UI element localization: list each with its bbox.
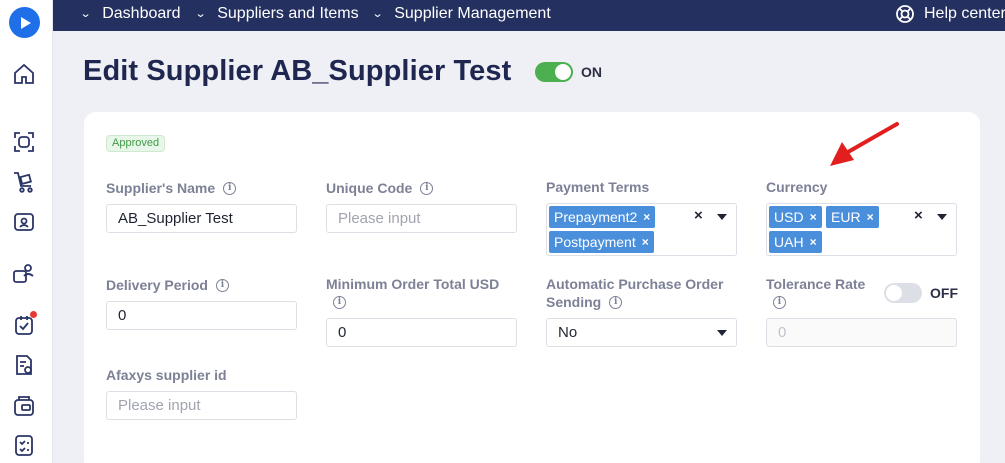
auto-po-sending-label: Automatic Purchase Order Sending i (546, 276, 724, 310)
dropdown-caret-icon[interactable] (937, 214, 947, 220)
delivery-period-field[interactable]: 0 (106, 301, 297, 330)
clear-icon[interactable]: × (694, 207, 703, 224)
checklist-icon[interactable] (12, 433, 36, 457)
breadcrumb-supplier-management[interactable]: ⌄ Supplier Management (371, 0, 551, 27)
top-navigation-bar: ⌄ Dashboard ⌄ Suppliers and Items ⌄ Supp… (53, 0, 1005, 31)
tolerance-rate-label: Tolerance Rate i (766, 276, 866, 309)
dropdown-caret-icon[interactable] (717, 214, 727, 220)
breadcrumb-label: Supplier Management (394, 4, 551, 22)
page-title: Edit Supplier AB_Supplier Test (83, 55, 512, 87)
info-icon[interactable]: i (333, 295, 346, 309)
info-icon[interactable]: i (215, 278, 229, 292)
team-icon[interactable] (12, 261, 36, 285)
min-order-total-label: Minimum Order Total USD i (326, 276, 500, 309)
remove-tag-icon[interactable]: × (810, 210, 817, 224)
payment-terms-select[interactable]: Prepayment2 × Postpayment × × (546, 203, 737, 256)
dropdown-caret-icon[interactable] (717, 330, 727, 336)
task-icon[interactable] (12, 311, 37, 337)
info-icon[interactable]: i (773, 295, 786, 309)
clear-icon[interactable]: × (914, 207, 923, 224)
chevron-down-icon: ⌄ (79, 8, 92, 20)
help-center-label: Help center (924, 4, 1005, 22)
payment-term-tag[interactable]: Prepayment2 × (549, 206, 656, 228)
currency-tag[interactable]: EUR × (826, 206, 879, 228)
selected-value: No (558, 324, 578, 341)
currency-select[interactable]: USD × EUR × UAH × × (766, 203, 957, 256)
info-icon[interactable]: i (420, 181, 434, 195)
remove-tag-icon[interactable]: × (867, 210, 874, 224)
unique-code-label: Unique Code i (326, 179, 434, 197)
supplier-name-label: Supplier's Name i (106, 179, 237, 197)
invoice-icon[interactable] (12, 353, 36, 377)
delivery-period-label: Delivery Period i (106, 276, 229, 294)
supplier-name-field[interactable]: AB_Supplier Test (106, 204, 297, 233)
breadcrumb-dashboard[interactable]: ⌄ Dashboard (79, 0, 181, 27)
supplier-status-label: ON (581, 64, 602, 80)
cart-icon[interactable] (12, 170, 36, 194)
afaxys-supplier-id-field[interactable]: Please input (106, 391, 297, 420)
info-icon[interactable]: i (223, 181, 237, 195)
unique-code-field[interactable]: Please input (326, 204, 517, 233)
remove-tag-icon[interactable]: × (810, 235, 817, 249)
lifebuoy-icon (896, 4, 914, 23)
notification-dot (30, 311, 37, 318)
supplier-icon[interactable] (12, 210, 36, 234)
afaxys-supplier-id-label: Afaxys supplier id (106, 367, 227, 383)
tolerance-rate-field[interactable]: 0 (766, 318, 957, 347)
tolerance-rate-toggle[interactable] (884, 283, 922, 303)
currency-tag[interactable]: UAH × (769, 231, 822, 253)
auto-po-sending-select[interactable]: No (546, 318, 737, 347)
scan-icon[interactable] (12, 130, 36, 154)
currency-label: Currency (766, 179, 828, 195)
wallet-icon[interactable] (12, 394, 36, 418)
approval-status-badge: Approved (106, 135, 166, 152)
min-order-total-field[interactable]: 0 (326, 318, 517, 347)
annotation-arrow-icon (830, 122, 899, 166)
chevron-down-icon: ⌄ (194, 8, 207, 20)
breadcrumb-label: Dashboard (102, 4, 181, 22)
remove-tag-icon[interactable]: × (642, 235, 649, 249)
supplier-status-toggle[interactable] (535, 62, 573, 82)
sidebar (0, 0, 53, 463)
payment-term-tag[interactable]: Postpayment × (549, 231, 654, 253)
chevron-down-icon: ⌄ (371, 8, 384, 20)
help-center-link[interactable]: Help center (895, 0, 1005, 27)
info-icon[interactable]: i (609, 295, 623, 309)
breadcrumb-label: Suppliers and Items (217, 4, 359, 22)
currency-tag[interactable]: USD × (769, 206, 822, 228)
tolerance-rate-toggle-label: OFF (930, 285, 958, 301)
breadcrumb-suppliers-and-items[interactable]: ⌄ Suppliers and Items (194, 0, 359, 27)
app-logo[interactable] (9, 7, 40, 38)
payment-terms-label: Payment Terms (546, 179, 650, 195)
home-icon[interactable] (12, 62, 36, 86)
remove-tag-icon[interactable]: × (643, 210, 650, 224)
